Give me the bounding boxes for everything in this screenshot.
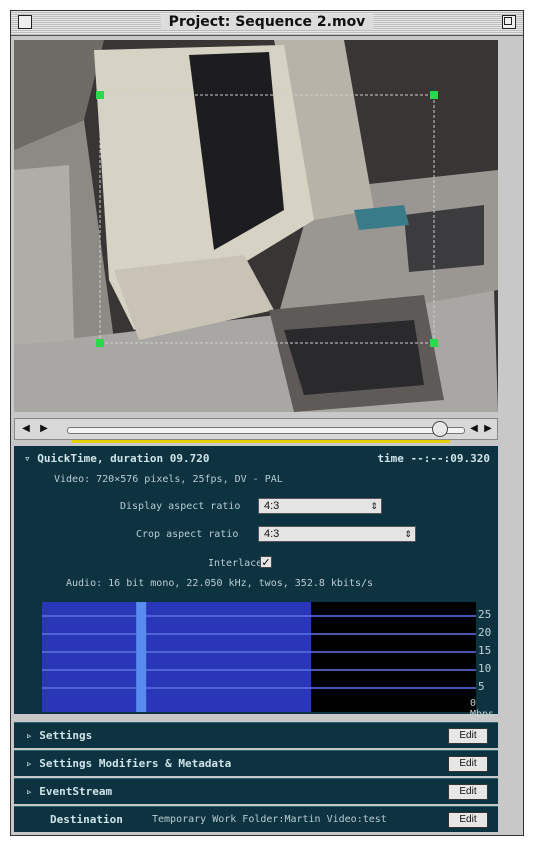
y-tick: 10 xyxy=(478,662,492,675)
speaker-icon[interactable]: ◀ xyxy=(19,422,33,436)
timeline-track[interactable] xyxy=(67,427,465,434)
selection-range-bar xyxy=(72,440,450,443)
video-info: Video: 720×576 pixels, 25fps, DV - PAL xyxy=(54,474,283,485)
disclosure-closed-icon[interactable]: ▹ xyxy=(26,785,39,798)
video-frame-image xyxy=(14,40,498,412)
video-preview xyxy=(14,40,498,412)
settings-section[interactable]: ▹ Settings Edit xyxy=(14,722,498,748)
interlaced-checkbox[interactable]: ✓ xyxy=(260,556,272,569)
disclosure-closed-icon[interactable]: ▹ xyxy=(26,729,39,742)
step-back-icon[interactable]: ◀ xyxy=(467,422,481,436)
destination-section: Destination Temporary Work Folder:Martin… xyxy=(14,806,498,832)
settings-edit-button[interactable]: Edit xyxy=(448,728,488,744)
playhead-marker[interactable] xyxy=(136,602,147,712)
window-title: Project: Sequence 2.mov xyxy=(160,14,374,30)
bitrate-graph xyxy=(42,602,476,712)
playback-controls: ◀ ▶ ◀ ▶ xyxy=(14,418,498,440)
display-aspect-label: Display aspect ratio xyxy=(120,501,241,512)
title-bar[interactable]: Project: Sequence 2.mov xyxy=(11,11,523,36)
source-section-header[interactable]: ▿ QuickTime, duration 09.720 xyxy=(24,452,209,465)
y-tick: 20 xyxy=(478,626,492,639)
y-tick: 5 xyxy=(478,680,485,693)
step-forward-icon[interactable]: ▶ xyxy=(481,422,495,436)
disclosure-closed-icon[interactable]: ▹ xyxy=(26,757,39,770)
modifiers-section[interactable]: ▹ Settings Modifiers & Metadata Edit xyxy=(14,750,498,776)
settings-label: Settings xyxy=(39,729,93,742)
crop-handle-top-left[interactable] xyxy=(96,91,104,99)
bitrate-graph-svg xyxy=(42,602,476,712)
eventstream-edit-button[interactable]: Edit xyxy=(448,784,488,800)
audio-info: Audio: 16 bit mono, 22.050 kHz, twos, 35… xyxy=(66,578,374,589)
disclosure-open-icon[interactable]: ▿ xyxy=(24,452,37,465)
time-readout: time --:--:09.320 xyxy=(377,452,490,465)
source-panel: ▿ QuickTime, duration 09.720 time --:--:… xyxy=(14,446,498,720)
source-title: QuickTime, duration 09.720 xyxy=(37,452,210,465)
destination-path: Temporary Work Folder:Martin Video:test xyxy=(152,814,387,825)
crop-handle-top-right[interactable] xyxy=(430,91,438,99)
eventstream-section[interactable]: ▹ EventStream Edit xyxy=(14,778,498,804)
crop-aspect-label: Crop aspect ratio xyxy=(136,529,239,540)
modifiers-label: Settings Modifiers & Metadata xyxy=(39,757,232,770)
play-icon[interactable]: ▶ xyxy=(37,422,51,436)
eventstream-label: EventStream xyxy=(39,785,113,798)
destination-edit-button[interactable]: Edit xyxy=(448,812,488,828)
close-box-button[interactable] xyxy=(18,15,32,29)
y-tick: 15 xyxy=(478,644,492,657)
crop-aspect-select[interactable]: 4:3 ⇕ xyxy=(258,526,416,542)
modifiers-edit-button[interactable]: Edit xyxy=(448,756,488,772)
updown-arrows-icon: ⇕ xyxy=(370,501,378,511)
updown-arrows-icon: ⇕ xyxy=(404,529,412,539)
timeline-thumb[interactable] xyxy=(432,421,449,437)
display-aspect-select[interactable]: 4:3 ⇕ xyxy=(258,498,382,514)
zoom-box-button[interactable] xyxy=(502,15,516,29)
y-tick: 0 Mbps xyxy=(470,698,495,720)
crop-handle-bottom-right[interactable] xyxy=(430,339,438,347)
y-tick: 25 xyxy=(478,608,492,621)
crop-handle-bottom-left[interactable] xyxy=(96,339,104,347)
destination-label: Destination xyxy=(50,813,123,826)
bitrate-area xyxy=(42,602,312,712)
